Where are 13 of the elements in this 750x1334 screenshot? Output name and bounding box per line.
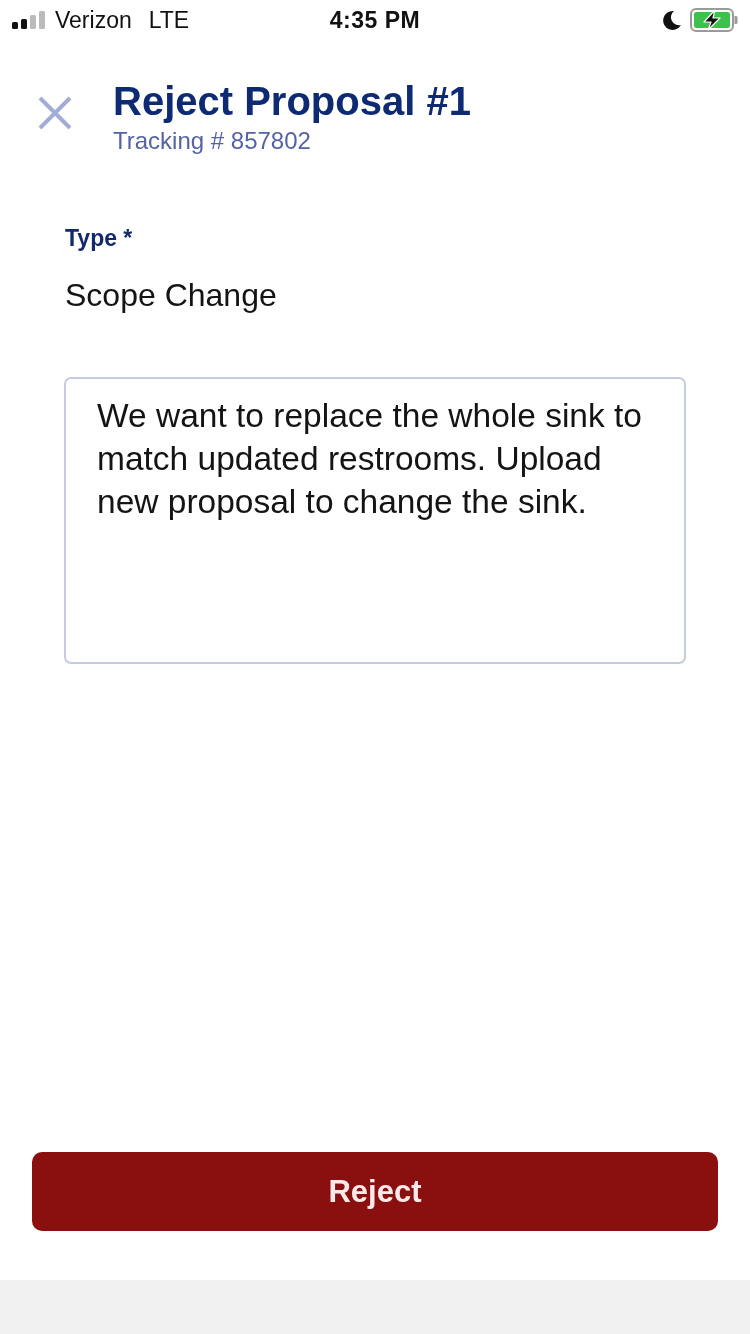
tracking-number: Tracking # 857802 bbox=[113, 126, 312, 156]
network-type: LTE bbox=[148, 6, 190, 34]
battery-charging-icon bbox=[690, 8, 738, 32]
type-label: Type * bbox=[65, 224, 133, 252]
page-title: Reject Proposal #1 bbox=[113, 78, 471, 124]
reject-button[interactable]: Reject bbox=[32, 1152, 718, 1231]
moon-icon bbox=[662, 10, 682, 30]
comment-field[interactable]: We want to replace the whole sink to match updated restrooms. Upload new proposal to change the sink. bbox=[64, 377, 686, 664]
signal-icon bbox=[12, 11, 46, 29]
carrier-name: Verizon bbox=[55, 6, 132, 34]
close-icon[interactable] bbox=[38, 96, 72, 130]
type-value: Scope Change bbox=[65, 276, 277, 314]
status-time: 4:35 PM bbox=[329, 6, 421, 34]
